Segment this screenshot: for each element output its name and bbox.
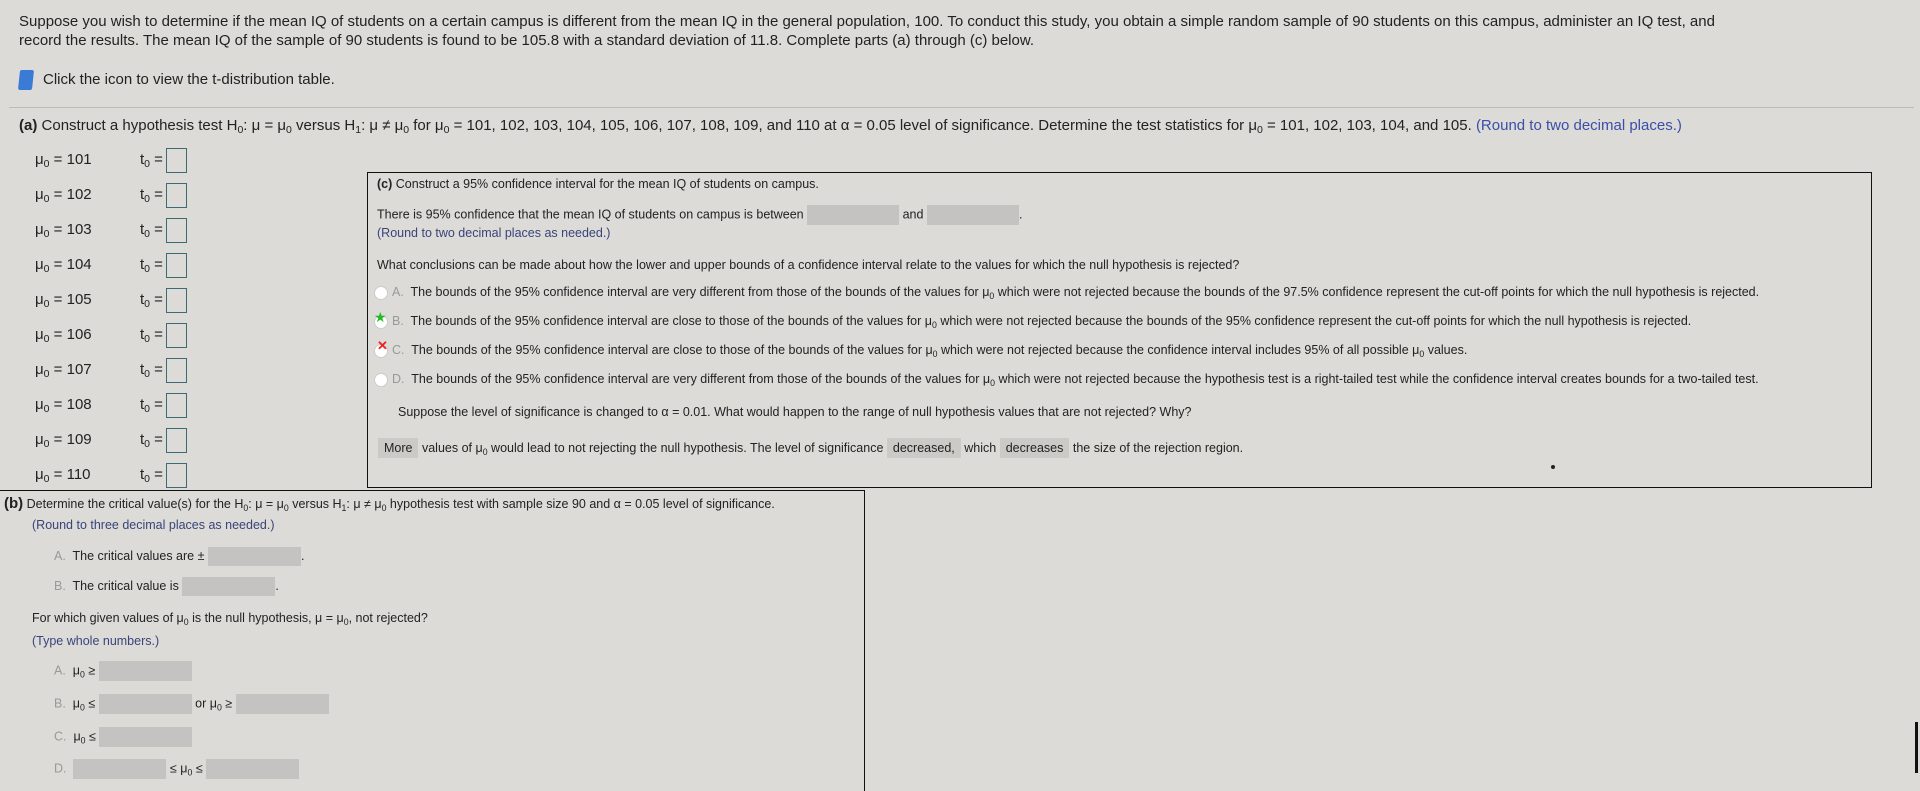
test-statistic-row: μ0 = 101 t0 = (35, 148, 187, 173)
radio-button[interactable] (374, 285, 388, 300)
t-statistic-input[interactable] (165, 428, 187, 453)
t-statistic-input[interactable] (165, 463, 187, 488)
intro-line-2: record the results. The mean IQ of the s… (19, 32, 1035, 49)
test-statistic-row: μ0 = 102 t0 = (35, 183, 187, 208)
test-statistic-row: μ0 = 107 t0 = (35, 358, 187, 383)
significance-question: Suppose the level of significance is cha… (398, 405, 1192, 419)
cursor-dot (1551, 465, 1555, 469)
t-statistic-input[interactable] (165, 288, 187, 313)
ci-lower-input[interactable] (807, 205, 900, 225)
book-icon[interactable] (17, 70, 35, 90)
mu-label: μ0 = 107 (35, 361, 92, 381)
range-a-input[interactable] (98, 661, 192, 681)
t-label: t0 = (140, 431, 163, 451)
intro-line-1: Suppose you wish to determine if the mea… (19, 13, 1715, 30)
range-option-c[interactable]: C. μ0 ≤ (54, 727, 193, 747)
conclusion-option-d[interactable]: D. The bounds of the 95% confidence inte… (374, 372, 1759, 388)
t-statistic-input[interactable] (165, 183, 187, 208)
more-fewer-dropdown[interactable]: More (378, 438, 419, 458)
part-b-title: (b) Determine the critical value(s) for … (4, 495, 775, 513)
critical-option-a[interactable]: A. The critical values are ± . (54, 547, 304, 566)
t-label: t0 = (140, 186, 163, 206)
t-label: t0 = (140, 151, 163, 171)
ci-hint: (Round to two decimal places as needed.) (377, 226, 611, 240)
test-statistic-row: μ0 = 103 t0 = (35, 218, 187, 243)
t-table-link-text[interactable]: Click the icon to view the t-distributio… (43, 71, 335, 88)
conclusion-option-c[interactable]: ✕ C. The bounds of the 95% confidence int… (374, 338, 1467, 359)
mu-label: μ0 = 101 (35, 151, 92, 171)
t-label: t0 = (140, 291, 163, 311)
t-label: t0 = (140, 326, 163, 346)
range-option-d[interactable]: D. ≤ μ0 ≤ (54, 759, 300, 779)
level-dropdown[interactable]: decreased, (886, 438, 961, 458)
mu-label: μ0 = 105 (35, 291, 92, 311)
test-statistic-row: μ0 = 109 t0 = (35, 428, 187, 453)
mu-label: μ0 = 103 (35, 221, 92, 241)
region-dropdown[interactable]: decreases (999, 438, 1070, 458)
ci-sentence: There is 95% confidence that the mean IQ… (377, 205, 1022, 225)
t-label: t0 = (140, 361, 163, 381)
mu-label: μ0 = 108 (35, 396, 92, 416)
part-b-panel: (b) Determine the critical value(s) for … (0, 490, 865, 791)
t-statistic-input[interactable] (165, 148, 187, 173)
test-statistic-row: μ0 = 104 t0 = (35, 253, 187, 278)
range-option-b[interactable]: B. μ0 ≤ or μ0 ≥ (54, 694, 329, 714)
t-table-link[interactable]: Click the icon to view the t-distributio… (17, 70, 335, 90)
x-mark-icon: ✕ (377, 338, 388, 353)
mu-label: μ0 = 109 (35, 431, 92, 451)
t-label: t0 = (140, 396, 163, 416)
conclusion-option-a[interactable]: A. The bounds of the 95% confidence inte… (374, 285, 1759, 301)
range-b-low-input[interactable] (98, 694, 192, 714)
mu-label: μ0 = 102 (35, 186, 92, 206)
t-statistic-input[interactable] (165, 253, 187, 278)
divider (9, 107, 1914, 108)
part-c-title: (c) Construct a 95% confidence interval … (377, 177, 819, 191)
t-label: t0 = (140, 256, 163, 276)
critical-option-b[interactable]: B. The critical value is . (54, 577, 279, 596)
t-statistic-input[interactable] (165, 218, 187, 243)
significance-answer: More values of μ0 would lead to not reje… (378, 438, 1243, 458)
critical-value-input[interactable] (182, 577, 276, 596)
mu-label: μ0 = 104 (35, 256, 92, 276)
range-b-high-input[interactable] (235, 694, 329, 714)
mu-label: μ0 = 110 (35, 466, 91, 486)
test-statistic-row: μ0 = 110 t0 = (35, 463, 187, 488)
star-icon: ★ (374, 309, 387, 325)
part-c-panel: (c) Construct a 95% confidence interval … (367, 172, 1872, 488)
critical-values-input[interactable] (207, 547, 301, 566)
t-label: t0 = (140, 221, 163, 241)
t-statistic-input[interactable] (165, 393, 187, 418)
not-rejected-question: For which given values of μ0 is the null… (32, 611, 428, 627)
range-c-input[interactable] (99, 727, 193, 747)
test-statistic-row: μ0 = 108 t0 = (35, 393, 187, 418)
part-a-prompt: (a) Construct a hypothesis test H0: μ = … (19, 117, 1682, 136)
t-statistic-input[interactable] (165, 358, 187, 383)
range-d-high-input[interactable] (206, 759, 300, 779)
conclusion-question: What conclusions can be made about how t… (377, 258, 1240, 272)
not-rejected-hint: (Type whole numbers.) (32, 634, 160, 648)
scrollbar[interactable] (1915, 722, 1918, 773)
range-d-low-input[interactable] (73, 759, 167, 779)
ci-upper-input[interactable] (926, 205, 1019, 225)
t-statistic-input[interactable] (165, 323, 187, 348)
mu-label: μ0 = 106 (35, 326, 92, 346)
t-label: t0 = (140, 466, 163, 486)
radio-button[interactable] (374, 372, 388, 387)
test-statistic-row: μ0 = 106 t0 = (35, 323, 187, 348)
range-option-a[interactable]: A. μ0 ≥ (54, 661, 192, 681)
test-statistic-row: μ0 = 105 t0 = (35, 288, 187, 313)
part-b-hint: (Round to three decimal places as needed… (32, 518, 275, 532)
conclusion-option-b[interactable]: ★ B. The bounds of the 95% confidence int… (374, 309, 1691, 330)
